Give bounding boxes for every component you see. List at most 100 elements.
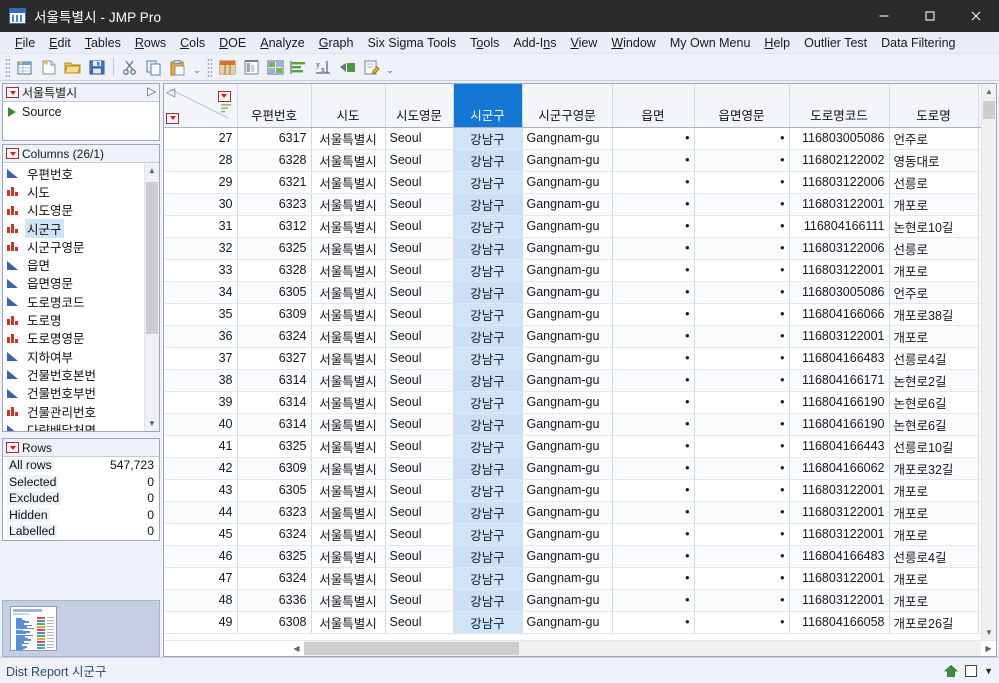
table-cell[interactable]: 개포로 <box>889 479 978 501</box>
table-cell[interactable]: 6336 <box>237 589 311 611</box>
table-row[interactable]: 446323서울특별시Seoul강남구Gangnam-gu••116803122… <box>164 501 981 523</box>
table-cell[interactable]: • <box>694 501 789 523</box>
table-cell[interactable]: 강남구 <box>453 589 522 611</box>
table-row[interactable]: 416325서울특별시Seoul강남구Gangnam-gu••116804166… <box>164 435 981 457</box>
row-number-cell[interactable]: 45 <box>164 523 237 545</box>
table-cell[interactable]: Seoul <box>385 457 453 479</box>
table-cell[interactable]: 116803122001 <box>789 567 889 589</box>
row-number-cell[interactable]: 40 <box>164 413 237 435</box>
table-cell[interactable]: • <box>612 611 694 633</box>
table-cell[interactable]: 116803122001 <box>789 193 889 215</box>
row-number-cell[interactable]: 29 <box>164 171 237 193</box>
table-cell[interactable]: 강남구 <box>453 413 522 435</box>
summary-button[interactable] <box>240 56 262 78</box>
table-cell[interactable]: Seoul <box>385 369 453 391</box>
table-cell[interactable]: Gangnam-gu <box>522 303 612 325</box>
table-row[interactable]: 486336서울특별시Seoul강남구Gangnam-gu••116803122… <box>164 589 981 611</box>
table-row[interactable]: 456324서울특별시Seoul강남구Gangnam-gu••116803122… <box>164 523 981 545</box>
table-row[interactable]: 276317서울특별시Seoul강남구Gangnam-gu••116803005… <box>164 127 981 149</box>
home-icon[interactable] <box>944 664 958 678</box>
grid-corner-cell[interactable]: ◁ <box>164 84 237 127</box>
table-cell[interactable]: Seoul <box>385 193 453 215</box>
table-cell[interactable]: 116803122001 <box>789 523 889 545</box>
table-cell[interactable]: S <box>978 237 981 259</box>
table-cell[interactable]: 서울특별시 <box>311 523 385 545</box>
table-cell[interactable]: 논현로10길 <box>889 215 978 237</box>
table-cell[interactable]: Gangnam-gu <box>522 237 612 259</box>
table-cell[interactable]: N <box>978 369 981 391</box>
save-button[interactable] <box>86 56 108 78</box>
table-cell[interactable]: 116804166062 <box>789 457 889 479</box>
menu-item-my-own-menu[interactable]: My Own Menu <box>663 34 758 52</box>
table-cell[interactable]: 강남구 <box>453 501 522 523</box>
table-cell[interactable]: • <box>612 369 694 391</box>
table-cell[interactable]: 6328 <box>237 259 311 281</box>
table-cell[interactable]: 6305 <box>237 479 311 501</box>
table-cell[interactable]: • <box>612 413 694 435</box>
cut-button[interactable] <box>119 56 141 78</box>
row-number-cell[interactable]: 28 <box>164 149 237 171</box>
row-number-cell[interactable]: 34 <box>164 281 237 303</box>
table-cell[interactable]: 서울특별시 <box>311 347 385 369</box>
menu-item-view[interactable]: View <box>563 34 604 52</box>
columns-scroll-track[interactable] <box>145 178 159 416</box>
table-cell[interactable]: 6305 <box>237 281 311 303</box>
table-row[interactable]: 376327서울특별시Seoul강남구Gangnam-gu••116804166… <box>164 347 981 369</box>
table-cell[interactable]: N <box>978 391 981 413</box>
column-list-item[interactable]: 시도영문 <box>3 201 144 219</box>
table-row[interactable]: 466325서울특별시Seoul강남구Gangnam-gu••116804166… <box>164 545 981 567</box>
table-cell[interactable]: • <box>612 501 694 523</box>
column-list-item[interactable]: 도로명코드 <box>3 292 144 310</box>
table-cell[interactable]: G <box>978 193 981 215</box>
table-row[interactable]: 396314서울특별시Seoul강남구Gangnam-gu••116804166… <box>164 391 981 413</box>
table-cell[interactable]: 서울특별시 <box>311 545 385 567</box>
table-cell[interactable]: • <box>694 413 789 435</box>
table-cell[interactable]: Gangnam-gu <box>522 501 612 523</box>
table-cell[interactable]: Gangnam-gu <box>522 171 612 193</box>
column-list-item[interactable]: 시군구영문 <box>3 237 144 255</box>
grid-vertical-scrollbar[interactable]: ▲ ▼ <box>981 84 996 640</box>
table-cell[interactable]: 강남구 <box>453 391 522 413</box>
table-cell[interactable]: 강남구 <box>453 215 522 237</box>
table-cell[interactable]: • <box>612 567 694 589</box>
copy-button[interactable] <box>143 56 165 78</box>
table-cell[interactable]: 선릉로10길 <box>889 435 978 457</box>
table-cell[interactable]: • <box>694 325 789 347</box>
menu-item-tables[interactable]: Tables <box>78 34 128 52</box>
table-cell[interactable]: 서울특별시 <box>311 303 385 325</box>
table-cell[interactable]: 116804166483 <box>789 545 889 567</box>
table-cell[interactable]: 6309 <box>237 303 311 325</box>
run-script-icon[interactable] <box>8 107 16 117</box>
table-cell[interactable]: • <box>612 215 694 237</box>
table-cell[interactable]: • <box>694 391 789 413</box>
column-header-시군구[interactable]: 시군구 <box>453 84 522 127</box>
red-triangle-menu-icon[interactable] <box>6 87 19 98</box>
table-cell[interactable]: 116804166190 <box>789 391 889 413</box>
scroll-up-icon[interactable]: ▲ <box>982 84 996 99</box>
table-row[interactable]: 496308서울특별시Seoul강남구Gangnam-gu••116804166… <box>164 611 981 633</box>
grid-horizontal-scrollbar[interactable]: ◀ ▶ <box>164 640 996 656</box>
row-number-cell[interactable]: 36 <box>164 325 237 347</box>
table-cell[interactable]: • <box>694 215 789 237</box>
table-cell[interactable]: G <box>978 567 981 589</box>
table-cell[interactable]: 개포로 <box>889 567 978 589</box>
hscroll-track[interactable] <box>304 641 981 656</box>
table-cell[interactable]: Gangnam-gu <box>522 193 612 215</box>
row-number-cell[interactable]: 41 <box>164 435 237 457</box>
table-cell[interactable]: • <box>694 435 789 457</box>
table-cell[interactable]: 강남구 <box>453 545 522 567</box>
table-cell[interactable]: 서울특별시 <box>311 127 385 149</box>
row-number-cell[interactable]: 31 <box>164 215 237 237</box>
table-cell[interactable]: Seoul <box>385 237 453 259</box>
menu-item-outlier-test[interactable]: Outlier Test <box>797 34 874 52</box>
table-cell[interactable]: 서울특별시 <box>311 149 385 171</box>
table-cell[interactable]: • <box>612 545 694 567</box>
table-row[interactable]: 296321서울특별시Seoul강남구Gangnam-gu••116803122… <box>164 171 981 193</box>
table-cell[interactable]: 강남구 <box>453 281 522 303</box>
table-cell[interactable]: 서울특별시 <box>311 413 385 435</box>
table-cell[interactable]: 116804166443 <box>789 435 889 457</box>
table-cell[interactable]: Seoul <box>385 391 453 413</box>
table-cell[interactable]: 6323 <box>237 193 311 215</box>
menu-item-add-ins[interactable]: Add-Ins <box>506 34 563 52</box>
table-cell[interactable]: 서울특별시 <box>311 567 385 589</box>
